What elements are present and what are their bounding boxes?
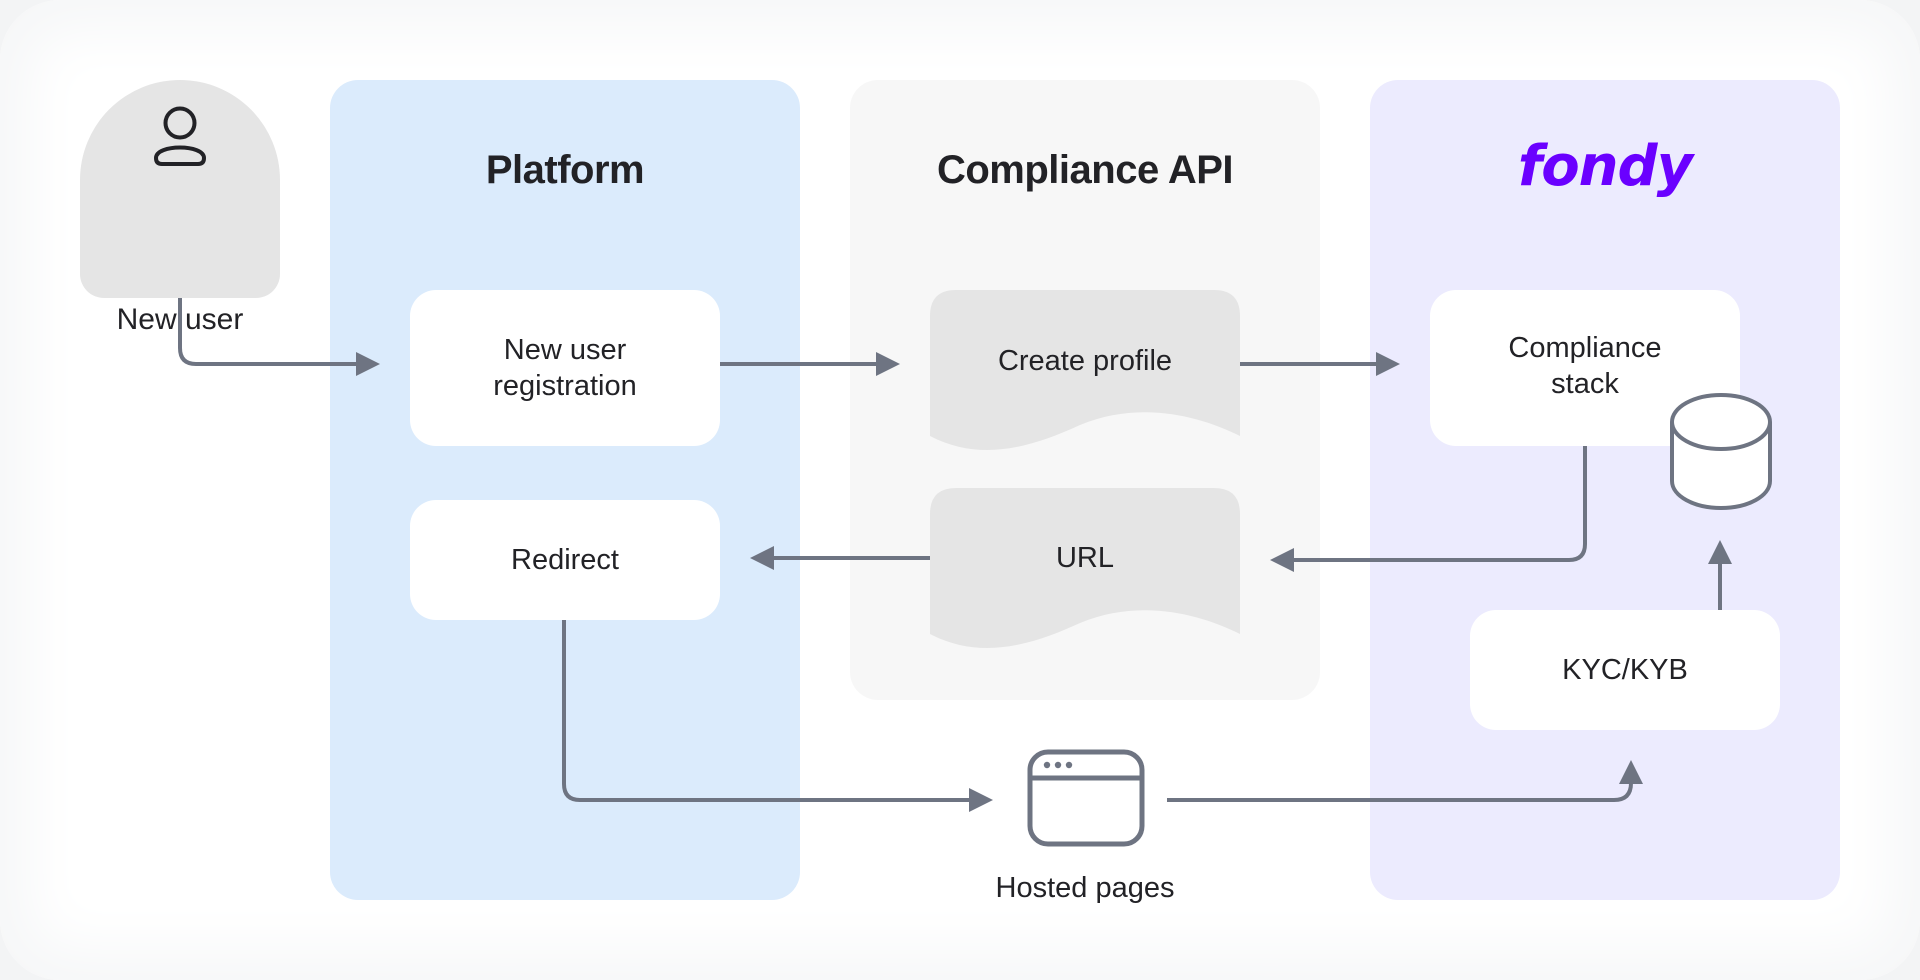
node-redirect: Redirect [410,500,720,620]
node-create-profile-label: Create profile [997,345,1173,377]
node-compliance-stack-line2: stack [1551,368,1619,400]
node-kyc-kyb-label: KYC/KYB [1562,654,1688,686]
browser-window-icon [1027,749,1145,847]
edge-newuser-to-registration [178,298,380,376]
edge-hosted-pages-to-kyc [1167,760,1643,802]
diagram-canvas: Platform Compliance API fondy New user N… [0,0,1920,980]
node-url-label: URL [1055,542,1114,574]
connectors-layer [178,290,1732,812]
node-kyc-kyb: KYC/KYB [1470,610,1780,730]
node-new-user-registration: New user registration [410,290,720,446]
edge-compliance-stack-to-url [1270,446,1587,572]
node-compliance-stack-line1: Compliance [1508,332,1662,364]
node-new-user-registration-line1: New user [503,334,627,366]
node-redirect-label: Redirect [511,544,619,576]
edge-redirect-to-hosted-pages [562,620,993,812]
hosted-pages-label: Hosted pages [995,872,1175,904]
database-icon [1670,393,1772,511]
node-new-user-registration-line2: registration [493,370,637,402]
